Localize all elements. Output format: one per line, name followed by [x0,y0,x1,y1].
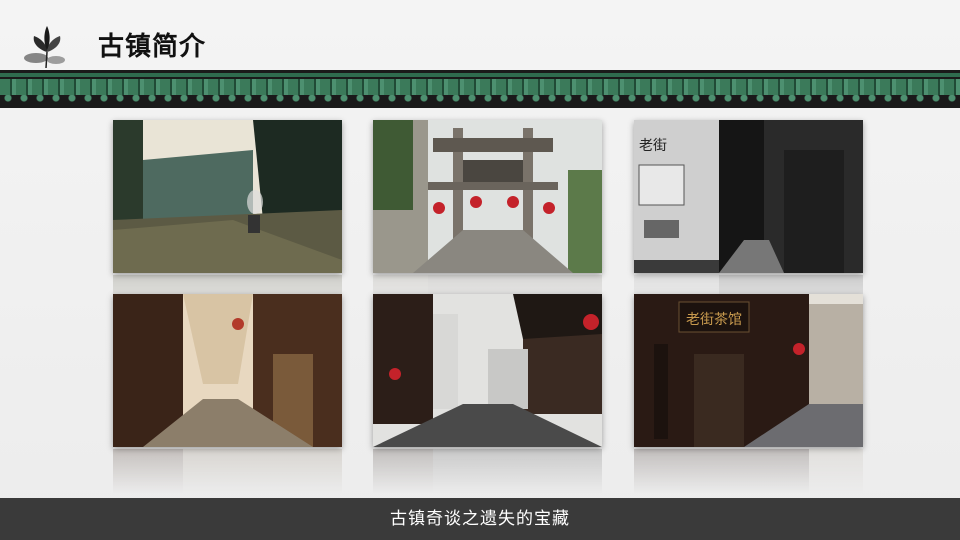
photo-rainy-street-reflection [373,449,602,494]
roof-eaves [0,95,960,105]
roof-tile-divider [0,70,960,108]
photo-street-sign-bw: 老街 [634,120,863,273]
photo-wooden-shopfront-reflection [113,449,342,494]
lotus-ink-icon [22,22,72,70]
svg-text:老街茶馆: 老街茶馆 [686,312,742,328]
svg-text:老街: 老街 [639,138,667,154]
footer-caption: 古镇奇谈之遗失的宝藏 [390,509,570,529]
photo-stone-archway [373,120,602,273]
roof-ridge [0,73,960,77]
roof-tiles [0,79,960,95]
photo-teahouse-street-reflection [634,449,863,494]
slide: 古镇简介 老街 老街茶馆 古镇奇谈之遗失的宝藏 [0,0,960,540]
photo-old-street [113,120,342,273]
photo-rainy-street [373,294,602,447]
photo-wooden-shopfront [113,294,342,447]
page-title: 古镇简介 [98,32,207,62]
footer-bar: 古镇奇谈之遗失的宝藏 [0,498,960,540]
photo-teahouse-street: 老街茶馆 [634,294,863,447]
